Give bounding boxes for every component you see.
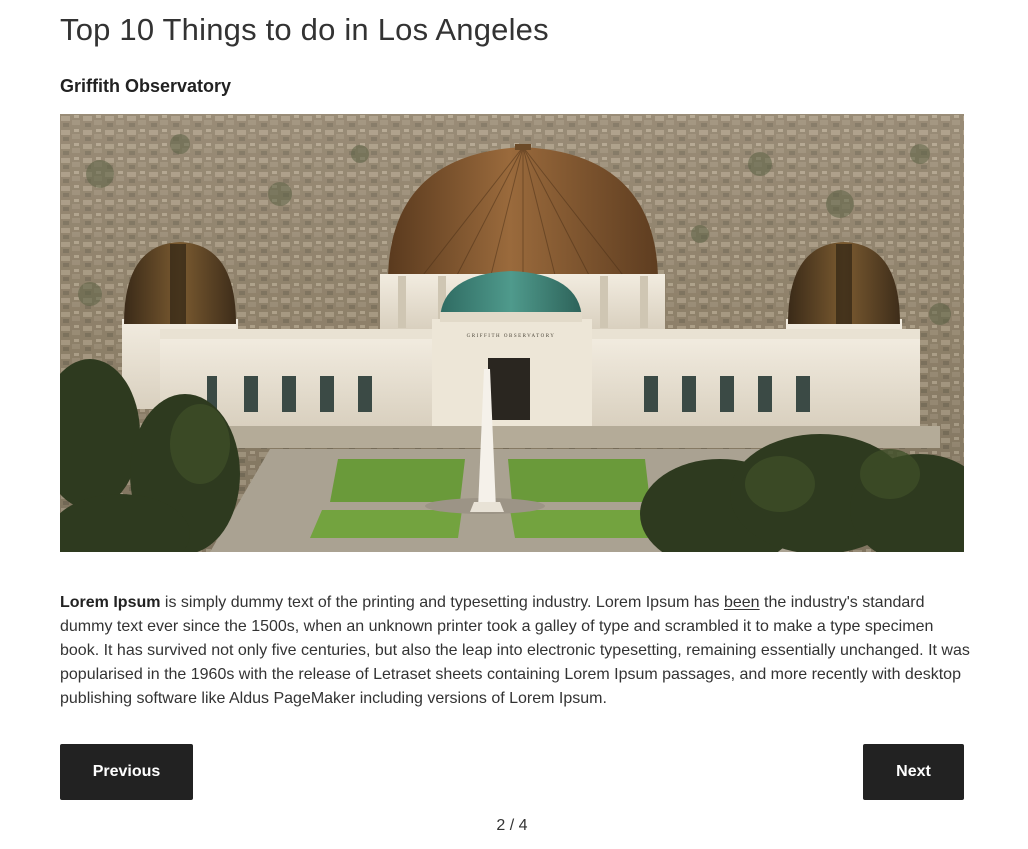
page-title: Top 10 Things to do in Los Angeles: [60, 12, 549, 47]
building-sign: GRIFFITH OBSERVATORY: [467, 334, 556, 339]
next-button[interactable]: Next: [863, 744, 964, 800]
item-description: Lorem Ipsum is simply dummy text of the …: [60, 591, 970, 711]
description-part-1: is simply dummy text of the printing and…: [160, 594, 724, 611]
description-lead: Lorem Ipsum: [60, 594, 161, 611]
description-link[interactable]: been: [724, 594, 760, 611]
griffith-observatory-image: GRIFFITH OBSERVATORY: [60, 114, 964, 552]
item-heading: Griffith Observatory: [60, 76, 232, 96]
previous-button[interactable]: Previous: [60, 744, 193, 800]
page-indicator: 2 / 4: [496, 817, 528, 834]
observatory-illustration: GRIFFITH OBSERVATORY: [60, 114, 964, 552]
